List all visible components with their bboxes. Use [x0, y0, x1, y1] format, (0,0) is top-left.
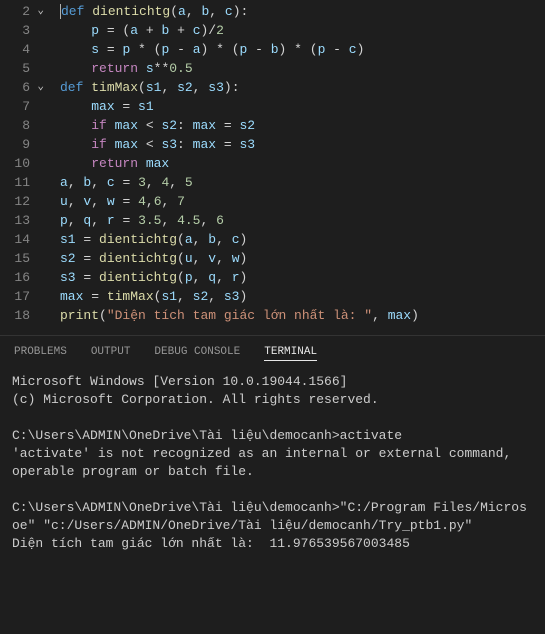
tab-output[interactable]: OUTPUT: [91, 344, 131, 361]
line-number: 6⌄: [0, 78, 42, 97]
code-content[interactable]: def timMax(s1, s2, s3):: [42, 78, 240, 97]
tab-problems[interactable]: PROBLEMS: [14, 344, 67, 361]
chevron-down-icon[interactable]: ⌄: [37, 2, 44, 21]
code-content[interactable]: s2 = dientichtg(u, v, w): [42, 249, 247, 268]
code-line[interactable]: 6⌄def timMax(s1, s2, s3):: [0, 78, 545, 97]
line-number: 3: [0, 21, 42, 40]
code-content[interactable]: a, b, c = 3, 4, 5: [42, 173, 193, 192]
code-line[interactable]: 13p, q, r = 3.5, 4.5, 6: [0, 211, 545, 230]
code-content[interactable]: u, v, w = 4,6, 7: [42, 192, 185, 211]
code-content[interactable]: max = s1: [42, 97, 154, 116]
code-content[interactable]: if max < s2: max = s2: [42, 116, 255, 135]
code-content[interactable]: print("Diện tích tam giác lớn nhất là: "…: [42, 306, 419, 325]
panel-tabs: PROBLEMS OUTPUT DEBUG CONSOLE TERMINAL: [0, 336, 545, 367]
line-number: 16: [0, 268, 42, 287]
chevron-down-icon[interactable]: ⌄: [37, 78, 44, 97]
code-content[interactable]: s3 = dientichtg(p, q, r): [42, 268, 247, 287]
code-line[interactable]: 8 if max < s2: max = s2: [0, 116, 545, 135]
line-number: 12: [0, 192, 42, 211]
code-line[interactable]: 7 max = s1: [0, 97, 545, 116]
line-number: 15: [0, 249, 42, 268]
code-line[interactable]: 16s3 = dientichtg(p, q, r): [0, 268, 545, 287]
code-content[interactable]: def dientichtg(a, b, c):: [42, 2, 248, 21]
code-line[interactable]: 2⌄def dientichtg(a, b, c):: [0, 2, 545, 21]
code-editor[interactable]: 2⌄def dientichtg(a, b, c):3 p = (a + b +…: [0, 0, 545, 325]
line-number: 13: [0, 211, 42, 230]
code-line[interactable]: 14s1 = dientichtg(a, b, c): [0, 230, 545, 249]
code-line[interactable]: 10 return max: [0, 154, 545, 173]
line-number: 18: [0, 306, 42, 325]
line-number: 14: [0, 230, 42, 249]
code-line[interactable]: 5 return s**0.5: [0, 59, 545, 78]
code-line[interactable]: 3 p = (a + b + c)/2: [0, 21, 545, 40]
bottom-panel: PROBLEMS OUTPUT DEBUG CONSOLE TERMINAL M…: [0, 335, 545, 559]
terminal-output[interactable]: Microsoft Windows [Version 10.0.19044.15…: [0, 367, 545, 559]
line-number: 9: [0, 135, 42, 154]
code-content[interactable]: return max: [42, 154, 169, 173]
code-content[interactable]: if max < s3: max = s3: [42, 135, 255, 154]
code-content[interactable]: s1 = dientichtg(a, b, c): [42, 230, 247, 249]
code-content[interactable]: s = p * (p - a) * (p - b) * (p - c): [42, 40, 364, 59]
line-number: 2⌄: [0, 2, 42, 21]
code-line[interactable]: 15s2 = dientichtg(u, v, w): [0, 249, 545, 268]
code-content[interactable]: p = (a + b + c)/2: [42, 21, 224, 40]
code-line[interactable]: 12u, v, w = 4,6, 7: [0, 192, 545, 211]
line-number: 5: [0, 59, 42, 78]
line-number: 11: [0, 173, 42, 192]
line-number: 4: [0, 40, 42, 59]
tab-terminal[interactable]: TERMINAL: [264, 344, 317, 361]
code-content[interactable]: return s**0.5: [42, 59, 193, 78]
code-line[interactable]: 18print("Diện tích tam giác lớn nhất là:…: [0, 306, 545, 325]
code-line[interactable]: 11a, b, c = 3, 4, 5: [0, 173, 545, 192]
code-content[interactable]: p, q, r = 3.5, 4.5, 6: [42, 211, 224, 230]
code-line[interactable]: 17max = timMax(s1, s2, s3): [0, 287, 545, 306]
line-number: 10: [0, 154, 42, 173]
code-line[interactable]: 4 s = p * (p - a) * (p - b) * (p - c): [0, 40, 545, 59]
line-number: 8: [0, 116, 42, 135]
tab-debug-console[interactable]: DEBUG CONSOLE: [154, 344, 240, 361]
code-line[interactable]: 9 if max < s3: max = s3: [0, 135, 545, 154]
line-number: 7: [0, 97, 42, 116]
line-number: 17: [0, 287, 42, 306]
code-content[interactable]: max = timMax(s1, s2, s3): [42, 287, 247, 306]
